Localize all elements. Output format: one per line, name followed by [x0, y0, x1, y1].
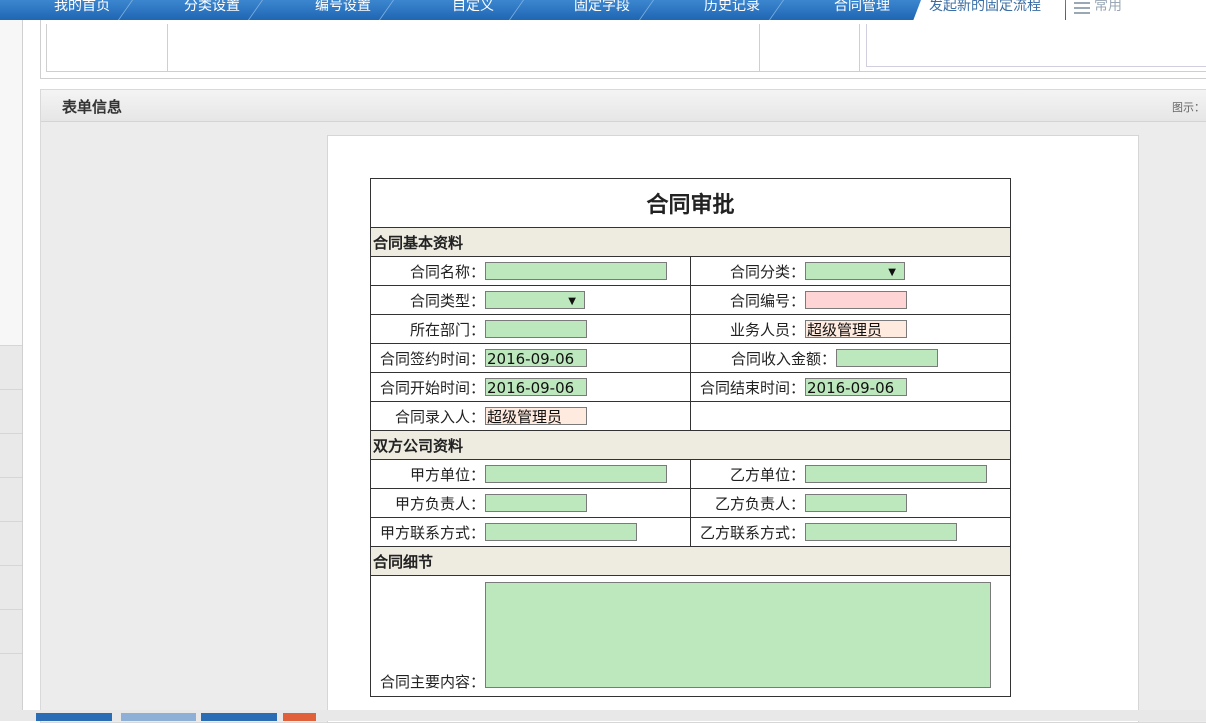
label-party-b-contact: 乙方联系方式：	[699, 523, 805, 542]
fragment-cell	[759, 24, 861, 72]
cell-empty	[689, 401, 1012, 431]
label-start-date: 合同开始时间：	[379, 378, 485, 397]
income-amount-input[interactable]	[836, 349, 938, 367]
panel-title: 表单信息	[62, 98, 123, 116]
label-department: 所在部门：	[409, 320, 485, 339]
upper-table-fragment	[40, 20, 1206, 79]
department-input[interactable]	[485, 320, 587, 338]
label-main-content: 合同主要内容：	[379, 673, 485, 691]
taskbar-button[interactable]	[36, 713, 112, 721]
dropdown-arrow-icon: ▼	[568, 296, 576, 307]
label-party-b-head: 乙方负责人：	[714, 494, 805, 513]
cell-end-date: 合同结束时间： 2016-09-06	[689, 372, 1012, 402]
menu-icon	[1074, 2, 1090, 14]
label-party-a-head: 甲方负责人：	[394, 494, 485, 513]
tab-history[interactable]: 历史记录	[704, 0, 760, 20]
salesperson-input[interactable]: 超级管理员	[805, 320, 907, 338]
cell-party-a-contact: 甲方联系方式：	[370, 517, 691, 547]
contract-number-input[interactable]	[805, 291, 907, 309]
party-b-head-input[interactable]	[805, 494, 907, 512]
tab-new-fixed-process[interactable]: 发起新的固定流程	[913, 0, 1065, 20]
tab-custom[interactable]: 自定义	[452, 0, 494, 20]
tab-home[interactable]: 我的首页	[54, 0, 110, 20]
tab-common-label: 常用	[1094, 0, 1122, 14]
taskbar-button[interactable]	[201, 713, 277, 721]
label-income-amount: 合同收入金额：	[730, 349, 836, 368]
cell-contract-name: 合同名称：	[370, 256, 691, 286]
top-tab-bar: 我的首页 分类设置 编号设置 自定义 固定字段 历史记录 合同管理 发起新的固定…	[0, 0, 1206, 20]
label-party-a-unit: 甲方单位：	[409, 465, 485, 484]
party-b-unit-input[interactable]	[805, 465, 987, 483]
tab-contract-management[interactable]: 合同管理	[834, 0, 890, 20]
fragment-cell	[167, 24, 761, 72]
tab-fixed-fields[interactable]: 固定字段	[574, 0, 630, 20]
start-date-input[interactable]: 2016-09-06	[485, 378, 587, 396]
panel-header: 表单信息 图示：	[41, 90, 1206, 122]
contract-category-select[interactable]: ▼	[805, 262, 905, 280]
fragment-cell	[46, 24, 169, 72]
party-a-unit-input[interactable]	[485, 465, 667, 483]
cell-contract-number: 合同编号：	[689, 285, 1012, 315]
form-title: 合同审批	[369, 178, 1012, 228]
fragment-input[interactable]	[866, 24, 1206, 67]
party-a-contact-input[interactable]	[485, 523, 637, 541]
tab-number-settings[interactable]: 编号设置	[315, 0, 371, 20]
tab-separator	[377, 0, 394, 20]
contract-approval-form: 合同审批 合同基本资料 合同名称： 合同分类： ▼ 合同类型： ▼ 合同编号： 所在…	[369, 178, 1012, 697]
cell-department: 所在部门：	[370, 314, 691, 344]
tab-common[interactable]: 常用	[1066, 0, 1206, 20]
taskbar-button[interactable]	[121, 713, 196, 721]
label-contract-name: 合同名称：	[409, 262, 485, 281]
main-content-textarea[interactable]	[485, 582, 991, 688]
cell-party-a-head: 甲方负责人：	[370, 488, 691, 518]
tab-separator	[116, 0, 133, 20]
tab-separator	[637, 0, 654, 20]
cell-contract-type: 合同类型： ▼	[370, 285, 691, 315]
cell-salesperson: 业务人员： 超级管理员	[689, 314, 1012, 344]
cell-income-amount: 合同收入金额：	[689, 343, 1012, 373]
cell-party-b-unit: 乙方单位：	[689, 459, 1012, 489]
cell-party-b-contact: 乙方联系方式：	[689, 517, 1012, 547]
tab-separator	[507, 0, 524, 20]
cell-party-b-head: 乙方负责人：	[689, 488, 1012, 518]
section-parties-info: 双方公司资料	[369, 430, 1012, 460]
section-details: 合同细节	[369, 546, 1012, 576]
panel-hint: 图示：	[1172, 101, 1205, 114]
label-contract-number: 合同编号：	[729, 291, 805, 310]
label-end-date: 合同结束时间：	[699, 378, 805, 397]
cell-main-content: 合同主要内容：	[369, 575, 1012, 697]
tab-separator	[767, 0, 784, 20]
cell-party-a-unit: 甲方单位：	[370, 459, 691, 489]
dropdown-arrow-icon: ▼	[888, 267, 896, 278]
left-sidebar-lower	[0, 345, 22, 721]
left-sidebar-strip	[0, 0, 23, 721]
entry-person-input[interactable]: 超级管理员	[485, 407, 587, 425]
party-b-contact-input[interactable]	[805, 523, 957, 541]
label-entry-person: 合同录入人：	[394, 407, 485, 426]
contract-name-input[interactable]	[485, 262, 667, 280]
section-basic-info: 合同基本资料	[369, 227, 1012, 257]
cell-contract-category: 合同分类： ▼	[689, 256, 1012, 286]
taskbar-button[interactable]	[283, 713, 316, 721]
label-party-a-contact: 甲方联系方式：	[379, 523, 485, 542]
end-date-input[interactable]: 2016-09-06	[805, 378, 907, 396]
label-contract-category: 合同分类：	[729, 262, 805, 281]
tab-category-settings[interactable]: 分类设置	[184, 0, 240, 20]
bottom-taskbar	[0, 710, 1206, 721]
cell-entry-person: 合同录入人： 超级管理员	[370, 401, 691, 431]
cell-sign-date: 合同签约时间： 2016-09-06	[370, 343, 691, 373]
label-sign-date: 合同签约时间：	[379, 349, 485, 368]
sign-date-input[interactable]: 2016-09-06	[485, 349, 587, 367]
label-party-b-unit: 乙方单位：	[729, 465, 805, 484]
cell-start-date: 合同开始时间： 2016-09-06	[370, 372, 691, 402]
party-a-head-input[interactable]	[485, 494, 587, 512]
contract-type-select[interactable]: ▼	[485, 291, 585, 309]
fragment-cell	[859, 24, 1206, 72]
label-salesperson: 业务人员：	[729, 320, 805, 339]
tab-separator	[246, 0, 263, 20]
label-contract-type: 合同类型：	[409, 291, 485, 310]
